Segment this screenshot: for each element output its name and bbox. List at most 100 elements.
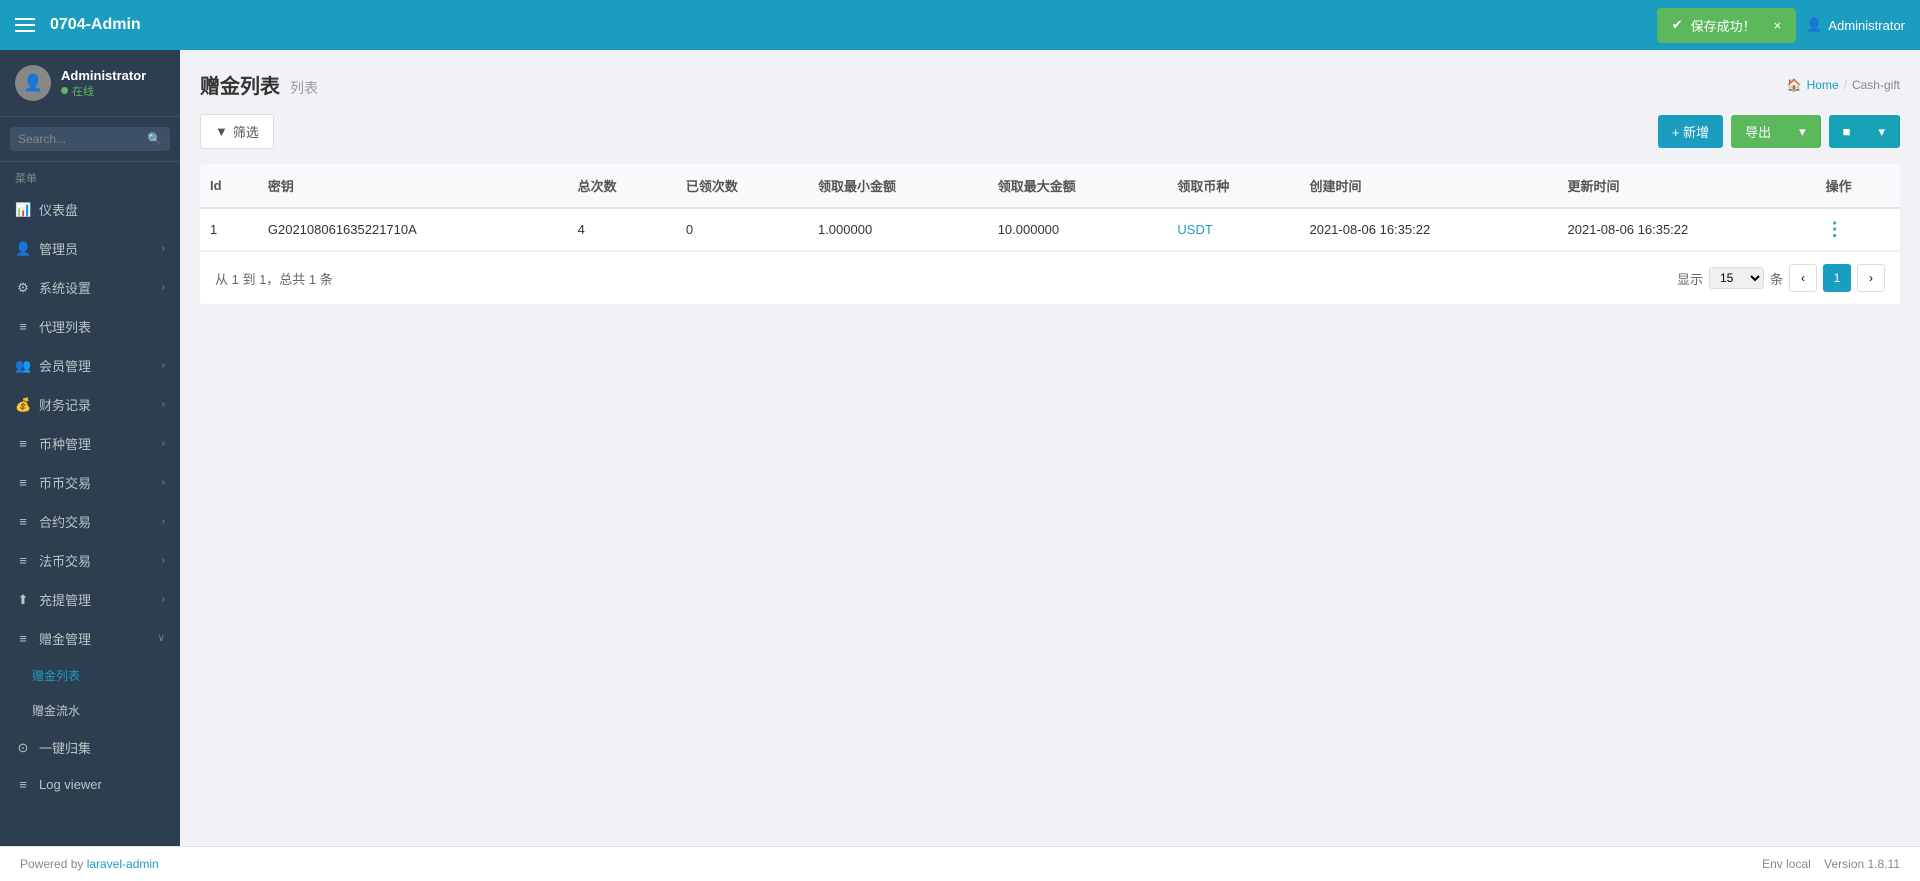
prev-page-button[interactable]: ‹ bbox=[1789, 264, 1817, 292]
new-button[interactable]: + 新增 bbox=[1658, 115, 1723, 148]
user-details: Administrator 在线 bbox=[61, 68, 146, 99]
header-left: 0704-Admin bbox=[15, 16, 141, 34]
sidebar-item-trade[interactable]: ≡ 币币交易 › bbox=[0, 463, 180, 502]
member-label: 会员管理 bbox=[39, 356, 91, 375]
recharge-icon: ⬆ bbox=[15, 592, 31, 608]
cashgift-list-label: 赠金列表 bbox=[32, 667, 80, 684]
cashgift-flow-label: 赠金流水 bbox=[32, 702, 80, 719]
chevron-right-icon4: › bbox=[162, 399, 165, 410]
menu-section-label: 菜单 bbox=[0, 162, 180, 190]
export-button[interactable]: 导出 bbox=[1731, 115, 1785, 148]
toolbar: ▼ 筛选 + 新增 导出 ▾ ■ ▾ bbox=[200, 114, 1900, 149]
cell-min-amount: 1.000000 bbox=[808, 208, 988, 251]
sidebar-item-contract[interactable]: ≡ 合约交易 › bbox=[0, 502, 180, 541]
sidebar-item-onekey[interactable]: ⊙ 一键归集 bbox=[0, 728, 180, 767]
footer: Powered by laravel-admin Env local Versi… bbox=[0, 846, 1920, 881]
fiat-label: 法币交易 bbox=[39, 551, 91, 570]
main-content: 赠金列表 列表 🏠 Home / Cash-gift ▼ 筛选 + 新增 bbox=[180, 50, 1920, 846]
next-page-button[interactable]: › bbox=[1857, 264, 1885, 292]
sidebar-item-recharge[interactable]: ⬆ 充提管理 › bbox=[0, 580, 180, 619]
chevron-right-icon2: › bbox=[162, 282, 165, 293]
onekey-label: 一键归集 bbox=[39, 738, 91, 757]
chevron-right-icon6: › bbox=[162, 477, 165, 488]
admin-icon: 👤 bbox=[15, 241, 31, 257]
sidebar-item-logviewer[interactable]: ≡ Log viewer bbox=[0, 767, 180, 802]
powered-by-text: Powered by bbox=[20, 857, 87, 871]
sidebar-item-cashgift[interactable]: ≡ 赠金管理 ∨ bbox=[0, 619, 180, 658]
contract-label: 合约交易 bbox=[39, 512, 91, 531]
breadcrumb-home[interactable]: Home bbox=[1807, 78, 1839, 92]
chevron-right-icon3: › bbox=[162, 360, 165, 371]
cell-currency: USDT bbox=[1167, 208, 1299, 251]
onekey-icon: ⊙ bbox=[15, 740, 31, 756]
export-dropdown-button[interactable]: ▾ bbox=[1785, 115, 1821, 148]
online-dot bbox=[61, 87, 68, 94]
cell-id: 1 bbox=[200, 208, 258, 251]
avatar: 👤 bbox=[15, 65, 51, 101]
sidebar-item-fiat[interactable]: ≡ 法币交易 › bbox=[0, 541, 180, 580]
page-title: 赠金列表 bbox=[200, 70, 280, 99]
system-label: 系统设置 bbox=[39, 278, 91, 297]
cell-claimed: 0 bbox=[676, 208, 808, 251]
admin-label: 管理员 bbox=[39, 239, 78, 258]
sidebar-subitem-cashgift-flow[interactable]: 赠金流水 bbox=[0, 693, 180, 728]
sidebar-item-dashboard[interactable]: 📊 仪表盘 bbox=[0, 190, 180, 229]
display-label: 显示 bbox=[1677, 269, 1703, 288]
user-menu[interactable]: 👤 Administrator bbox=[1806, 17, 1905, 33]
data-table-container: Id 密钥 总次数 已领次数 领取最小金额 领取最大金额 领取币种 创建时间 更… bbox=[200, 164, 1900, 304]
online-status: 在线 bbox=[61, 83, 146, 99]
columns-button[interactable]: ■ bbox=[1829, 115, 1865, 148]
pagination-bar: 从 1 到 1，总共 1 条 显示 15 30 50 100 条 ‹ 1 › bbox=[200, 251, 1900, 304]
sidebar-item-agent[interactable]: ≡ 代理列表 bbox=[0, 307, 180, 346]
search-input[interactable] bbox=[18, 132, 147, 146]
toolbar-right: + 新增 导出 ▾ ■ ▾ bbox=[1658, 115, 1900, 148]
pagination-right: 显示 15 30 50 100 条 ‹ 1 › bbox=[1677, 264, 1885, 292]
search-box: 🔍 bbox=[0, 117, 180, 162]
filter-button[interactable]: ▼ 筛选 bbox=[200, 114, 274, 149]
sidebar-item-currency[interactable]: ≡ 币种管理 › bbox=[0, 424, 180, 463]
currency-label: 币种管理 bbox=[39, 434, 91, 453]
chevron-right-icon5: › bbox=[162, 438, 165, 449]
status-text: 在线 bbox=[72, 83, 94, 99]
dashboard-label: 仪表盘 bbox=[39, 200, 78, 219]
filter-label: 筛选 bbox=[233, 122, 259, 141]
footer-right: Env local Version 1.8.11 bbox=[1762, 857, 1900, 871]
logviewer-label: Log viewer bbox=[39, 777, 102, 792]
chevron-right-icon9: › bbox=[162, 594, 165, 605]
page-subtitle: 列表 bbox=[290, 78, 318, 98]
hamburger-button[interactable] bbox=[15, 18, 35, 32]
finance-label: 财务记录 bbox=[39, 395, 91, 414]
toast-close[interactable]: × bbox=[1774, 18, 1782, 33]
page-heading: 赠金列表 列表 bbox=[200, 70, 318, 99]
columns-dropdown-button[interactable]: ▾ bbox=[1864, 115, 1900, 148]
fiat-icon: ≡ bbox=[15, 553, 31, 568]
app-title: 0704-Admin bbox=[50, 16, 141, 34]
col-max-amount: 领取最大金额 bbox=[988, 164, 1168, 208]
page-1-button[interactable]: 1 bbox=[1823, 264, 1851, 292]
sidebar-item-system[interactable]: ⚙ 系统设置 › bbox=[0, 268, 180, 307]
col-claimed: 已领次数 bbox=[676, 164, 808, 208]
columns-btn-group: ■ ▾ bbox=[1829, 115, 1900, 148]
col-key: 密钥 bbox=[258, 164, 568, 208]
cell-action[interactable]: ⋮ bbox=[1816, 208, 1900, 251]
cell-max-amount: 10.000000 bbox=[988, 208, 1168, 251]
member-icon: 👥 bbox=[15, 358, 31, 374]
filter-icon: ▼ bbox=[215, 124, 228, 139]
data-table: Id 密钥 总次数 已领次数 领取最小金额 领取最大金额 领取币种 创建时间 更… bbox=[200, 164, 1900, 251]
cashgift-label: 赠金管理 bbox=[39, 629, 91, 648]
laravel-admin-link[interactable]: laravel-admin bbox=[87, 857, 159, 871]
table-header-row: Id 密钥 总次数 已领次数 领取最小金额 领取最大金额 领取币种 创建时间 更… bbox=[200, 164, 1900, 208]
cell-key: G202108061635221710A bbox=[258, 208, 568, 251]
export-dropdown-icon: ▾ bbox=[1799, 124, 1806, 140]
header-username: Administrator bbox=[1828, 18, 1905, 33]
page-size-select[interactable]: 15 30 50 100 bbox=[1709, 267, 1764, 289]
sidebar-item-finance[interactable]: 💰 财务记录 › bbox=[0, 385, 180, 424]
sidebar-item-admin[interactable]: 👤 管理员 › bbox=[0, 229, 180, 268]
sidebar-item-member[interactable]: 👥 会员管理 › bbox=[0, 346, 180, 385]
toolbar-left: ▼ 筛选 bbox=[200, 114, 274, 149]
col-currency: 领取币种 bbox=[1167, 164, 1299, 208]
agent-icon: ≡ bbox=[15, 319, 31, 334]
sidebar-subitem-cashgift-list[interactable]: 赠金列表 bbox=[0, 658, 180, 693]
per-page-unit: 条 bbox=[1770, 269, 1783, 288]
breadcrumb-bar: 赠金列表 列表 🏠 Home / Cash-gift bbox=[200, 70, 1900, 99]
